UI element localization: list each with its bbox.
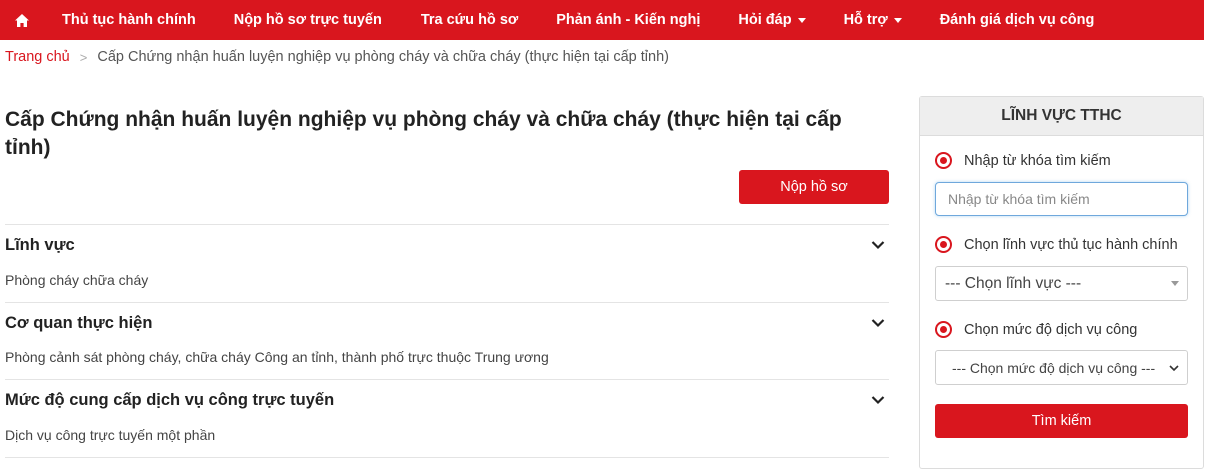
field-select[interactable]: --- Chọn lĩnh vực --- (935, 266, 1188, 301)
breadcrumb: Trang chủ > Cấp Chứng nhận huấn luyện ng… (5, 49, 669, 65)
section-field: Lĩnh vực Phòng cháy chữa cháy (5, 224, 889, 302)
nav-item-label: Phản ánh - Kiến nghị (556, 12, 701, 28)
home-icon (15, 13, 29, 27)
section-header[interactable]: Cơ quan thực hiện (5, 303, 889, 343)
caret-down-icon (1171, 281, 1179, 286)
field-select-value: --- Chọn lĩnh vực --- (945, 274, 1082, 292)
caret-down-icon (893, 17, 902, 23)
keyword-search-input[interactable] (935, 182, 1188, 216)
radio-selected-icon[interactable] (935, 321, 952, 338)
nav-item-online-submit[interactable]: Nộp hồ sơ trực tuyến (234, 0, 382, 40)
level-radio-option[interactable]: Chọn mức độ dịch vụ công (935, 321, 1137, 338)
sidebar-title: LĨNH VỰC TTHC (920, 97, 1203, 136)
nav-item-feedback[interactable]: Phản ánh - Kiến nghị (556, 0, 700, 40)
nav-item-support[interactable]: Hỗ trợ (844, 0, 902, 40)
section-agency: Cơ quan thực hiện Phòng cảnh sát phòng c… (5, 302, 889, 379)
submit-application-button[interactable]: Nộp hồ sơ (739, 170, 889, 204)
section-title: Cơ quan thực hiện (5, 313, 153, 332)
caret-down-icon (797, 17, 806, 23)
service-level-select-value: --- Chọn mức độ dịch vụ công --- (952, 359, 1156, 376)
radio-selected-icon[interactable] (935, 152, 952, 169)
page-title: Cấp Chứng nhận huấn luyện nghiệp vụ phòn… (5, 108, 842, 159)
nav-item-lookup[interactable]: Tra cứu hồ sơ (421, 0, 518, 40)
section-title: Mức độ cung cấp dịch vụ công trực tuyến (5, 390, 335, 409)
nav-item-rating[interactable]: Đánh giá dịch vụ công (940, 0, 1095, 40)
radio-label: Chọn lĩnh vực thủ tục hành chính (964, 236, 1178, 253)
keyword-radio-option[interactable]: Nhập từ khóa tìm kiếm (935, 152, 1111, 169)
section-header[interactable]: Mức độ cung cấp dịch vụ công trực tuyến (5, 380, 889, 420)
section-service-level: Mức độ cung cấp dịch vụ công trực tuyến … (5, 379, 889, 458)
radio-selected-icon[interactable] (935, 236, 952, 253)
service-level-select[interactable]: --- Chọn mức độ dịch vụ công --- (935, 350, 1188, 385)
breadcrumb-separator: > (79, 49, 88, 65)
breadcrumb-home-link[interactable]: Trang chủ (5, 49, 70, 65)
search-button[interactable]: Tìm kiếm (935, 404, 1188, 438)
nav-item-faq[interactable]: Hỏi đáp (738, 0, 806, 40)
chevron-down-icon (871, 241, 885, 250)
nav-item-label: Hỏi đáp (738, 12, 792, 28)
home-link[interactable] (0, 0, 44, 40)
nav-item-label: Hỗ trợ (843, 12, 888, 28)
nav-item-label: Nộp hồ sơ trực tuyến (233, 12, 382, 28)
breadcrumb-current: Cấp Chứng nhận huấn luyện nghiệp vụ phòn… (97, 49, 669, 65)
section-value: Phòng cảnh sát phòng cháy, chữa cháy Côn… (5, 349, 549, 365)
section-header[interactable]: Lĩnh vực (5, 225, 889, 265)
radio-label: Nhập từ khóa tìm kiếm (964, 152, 1111, 169)
top-navbar: Thủ tục hành chính Nộp hồ sơ trực tuyến … (0, 0, 1204, 40)
radio-label: Chọn mức độ dịch vụ công (964, 321, 1138, 338)
field-radio-option[interactable]: Chọn lĩnh vực thủ tục hành chính (935, 236, 1178, 253)
chevron-down-icon (871, 319, 885, 328)
nav-item-label: Đánh giá dịch vụ công (939, 12, 1095, 28)
chevron-down-icon (871, 396, 885, 405)
nav-item-label: Tra cứu hồ sơ (420, 12, 519, 28)
section-value: Dịch vụ công trực tuyến một phần (5, 427, 216, 443)
sidebar-filter-panel: LĨNH VỰC TTHC Nhập từ khóa tìm kiếm Chọn… (919, 96, 1204, 469)
nav-item-label: Thủ tục hành chính (62, 12, 196, 28)
section-title: Lĩnh vực (5, 235, 75, 254)
section-value: Phòng cháy chữa cháy (5, 272, 149, 288)
chevron-down-icon (1169, 364, 1179, 371)
nav-item-procedures[interactable]: Thủ tục hành chính (62, 0, 196, 40)
